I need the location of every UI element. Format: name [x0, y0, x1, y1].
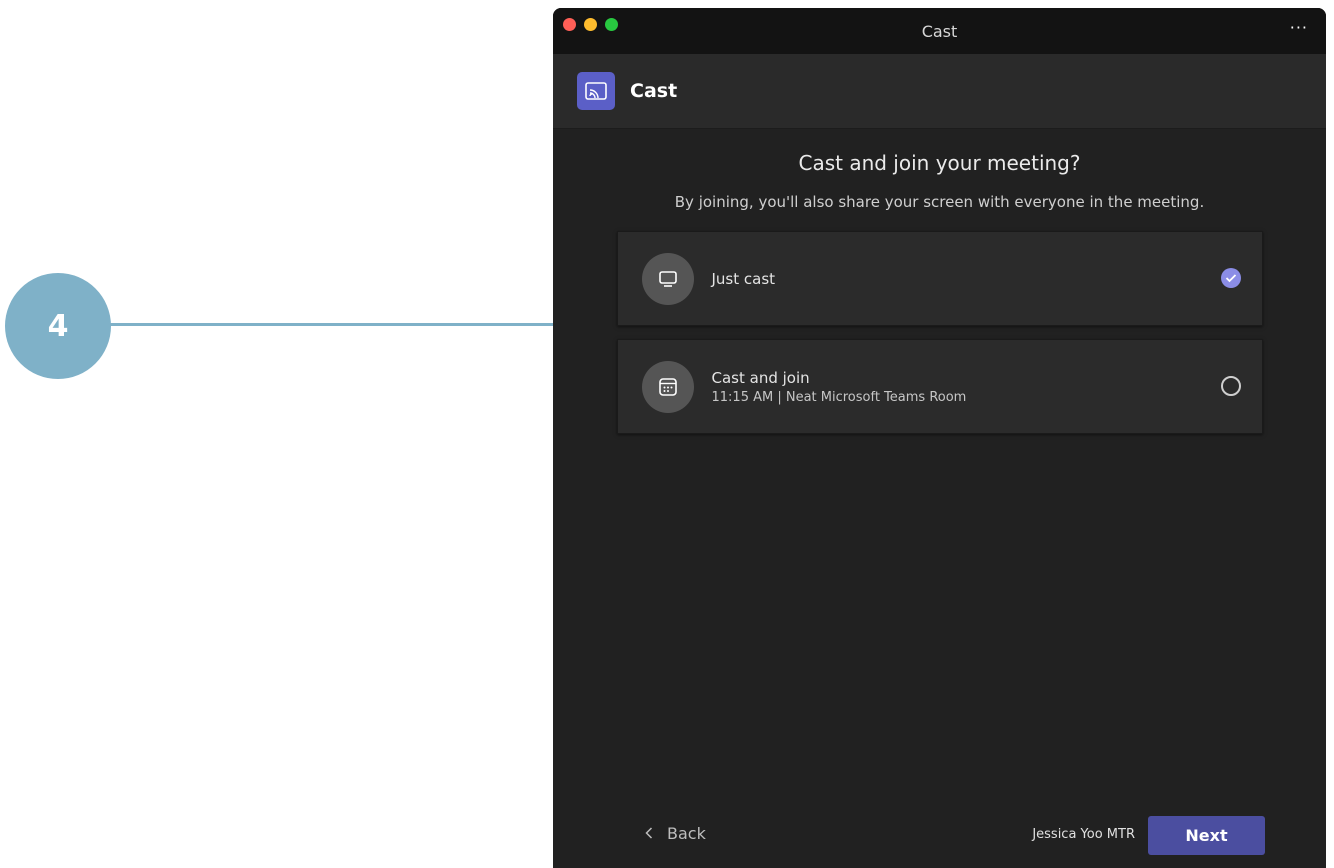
- window-title: Cast: [921, 21, 958, 41]
- dialog-heading: Cast and join your meeting?: [798, 151, 1081, 175]
- option-detail: 11:15 AM | Neat Microsoft Teams Room: [711, 389, 967, 405]
- radio-just-cast[interactable]: [1220, 268, 1241, 288]
- option-text: Just cast: [712, 270, 776, 288]
- close-window-button[interactable]: [563, 18, 576, 31]
- option-label: Just cast: [711, 269, 776, 288]
- calendar-icon: [641, 360, 694, 413]
- back-label: Back: [667, 824, 706, 843]
- option-cast-and-join[interactable]: Cast and join 11:15 AM | Neat Microsoft …: [616, 339, 1263, 434]
- cast-window: Cast ··· Cast Cast and join your meeting…: [553, 8, 1326, 868]
- dialog-subheading: By joining, you'll also share your scree…: [674, 193, 1205, 211]
- cast-options: Just cast Cast and join 11:15 AM | Neat …: [616, 231, 1263, 434]
- dialog-footer: Back Jessica Yoo MTR Next: [553, 816, 1326, 856]
- option-text: Cast and join 11:15 AM | Neat Microsoft …: [712, 369, 967, 405]
- next-button[interactable]: Next: [1148, 816, 1265, 855]
- app-title: Cast: [630, 80, 678, 102]
- dialog-content: Cast and join your meeting? By joining, …: [553, 151, 1326, 434]
- minimize-window-button[interactable]: [584, 18, 597, 31]
- more-options-icon[interactable]: ···: [1290, 18, 1308, 37]
- callout-line: [108, 323, 620, 326]
- back-button[interactable]: Back: [645, 824, 706, 843]
- monitor-icon: [641, 252, 694, 305]
- app-header: Cast: [553, 54, 1326, 129]
- zoom-window-button[interactable]: [605, 18, 618, 31]
- option-label: Cast and join: [711, 368, 810, 387]
- option-just-cast[interactable]: Just cast: [616, 231, 1263, 326]
- title-bar: Cast ···: [553, 8, 1326, 54]
- cast-icon: [577, 72, 615, 110]
- callout-number: 4: [47, 308, 69, 344]
- callout-badge: 4: [5, 273, 111, 379]
- radio-cast-and-join[interactable]: [1220, 376, 1241, 396]
- chevron-left-icon: [645, 824, 653, 843]
- window-controls: [563, 18, 618, 31]
- user-name: Jessica Yoo MTR: [1032, 827, 1135, 842]
